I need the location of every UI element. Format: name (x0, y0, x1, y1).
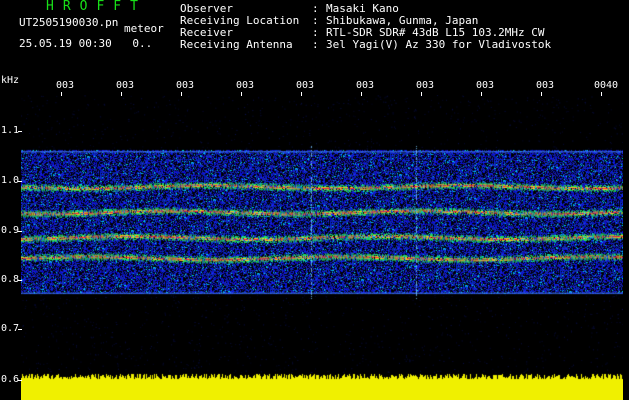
x-tick-label: 003 (356, 80, 375, 91)
y-tick-label: 1.0 (1, 175, 20, 186)
x-tick-label: 003 (116, 80, 135, 91)
antenna-label: Receiving Antenna (180, 38, 293, 51)
y-tick-label: 1.1 (1, 125, 20, 136)
tick-mark (301, 92, 302, 96)
x-tick-label: 003 (536, 80, 555, 91)
tick-mark (361, 92, 362, 96)
timestamp-suffix: 0.. (132, 37, 153, 50)
mode-label: meteor (124, 22, 164, 35)
x-tick-label: 0040 (594, 80, 619, 91)
x-tick-label: 003 (236, 80, 255, 91)
y-tick-label: 0.8 (1, 274, 20, 285)
tick-mark (601, 92, 602, 96)
tick-mark (421, 92, 422, 96)
tick-mark (18, 280, 22, 281)
tick-mark (18, 329, 22, 330)
power-level-strip (21, 373, 623, 400)
timestamp-value: 25.05.19 00:30 (19, 37, 112, 50)
file-name: UT2505190030.pn (19, 16, 119, 29)
x-tick-label: 003 (176, 80, 195, 91)
x-tick-label: 003 (476, 80, 495, 91)
tick-mark (481, 92, 482, 96)
tick-mark (18, 181, 22, 182)
y-tick-label: 0.9 (1, 225, 20, 236)
tick-mark (18, 380, 22, 381)
x-tick-label: 003 (296, 80, 315, 91)
timestamp: 25.05.19 00:30 0.. (19, 37, 152, 50)
x-tick-label: 003 (56, 80, 75, 91)
tick-mark (18, 231, 22, 232)
y-tick-label: 0.6 (1, 374, 20, 385)
spectrogram-plot (21, 95, 623, 375)
hrofft-logo: HROFFT (46, 0, 147, 14)
tick-mark (61, 92, 62, 96)
antenna-value: 3el Yagi(V) Az 330 for Vladivostok (326, 38, 552, 51)
tick-mark (181, 92, 182, 96)
y-tick-label: 0.7 (1, 323, 20, 334)
tick-mark (541, 92, 542, 96)
tick-mark (121, 92, 122, 96)
y-axis-unit: kHz (1, 75, 20, 86)
x-tick-label: 003 (416, 80, 435, 91)
tick-mark (241, 92, 242, 96)
tick-mark (18, 131, 22, 132)
info-colon: : (312, 38, 319, 51)
